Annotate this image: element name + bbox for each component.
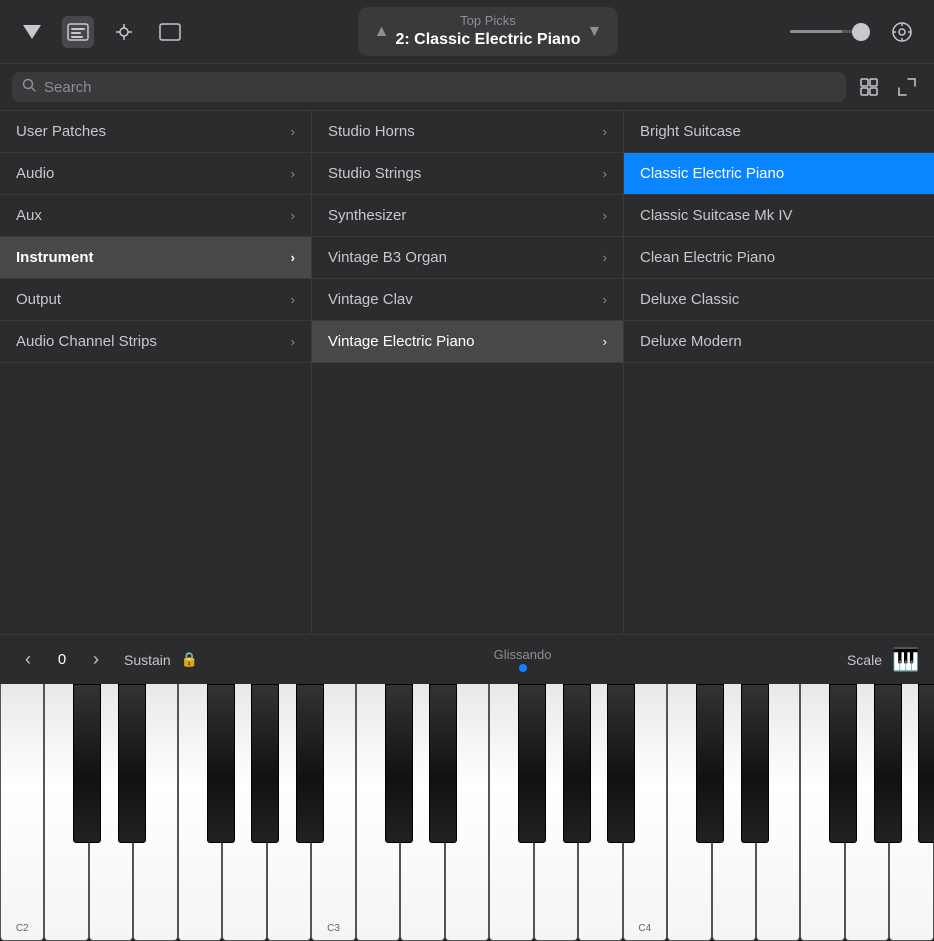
mid-panel: Studio Horns › Studio Strings › Synthesi… (312, 111, 624, 634)
chevron-right-icon: › (603, 250, 607, 265)
chevron-right-icon: › (291, 334, 295, 349)
search-input-wrap[interactable] (12, 72, 846, 102)
piano-key-ds2[interactable] (118, 684, 146, 843)
piano-key-as4[interactable] (918, 684, 934, 843)
search-icon (22, 78, 36, 96)
main-content: User Patches › Audio › Aux › Instrument … (0, 111, 934, 634)
scale-label: Scale (847, 652, 882, 668)
chevron-right-icon: › (603, 166, 607, 181)
mid-panel-item-studio-strings[interactable]: Studio Strings › (312, 153, 623, 195)
search-bar (0, 64, 934, 111)
chevron-right-icon: › (603, 124, 607, 139)
glissando-indicator (519, 664, 527, 672)
right-panel-item-deluxe-classic[interactable]: Deluxe Classic (624, 279, 934, 321)
glissando-label: Glissando (494, 647, 552, 662)
piano-key-cs3[interactable] (385, 684, 413, 843)
top-bar-left (16, 16, 186, 48)
top-bar: ▲ Top Picks 2: Classic Electric Piano ▼ (0, 0, 934, 64)
patch-name: 2: Classic Electric Piano (396, 30, 581, 51)
octave-up-button[interactable]: › (82, 646, 110, 674)
left-panel-item-output[interactable]: Output › (0, 279, 311, 321)
mid-panel-item-vintage-electric-piano[interactable]: Vintage Electric Piano › (312, 321, 623, 363)
piano-key-gs2[interactable] (251, 684, 279, 843)
chevron-right-icon: › (291, 124, 295, 139)
left-panel: User Patches › Audio › Aux › Instrument … (0, 111, 312, 634)
piano-key-fs4[interactable] (829, 684, 857, 843)
dropdown-toggle-button[interactable] (16, 16, 48, 48)
piano-key-fs3[interactable] (518, 684, 546, 843)
settings-button[interactable] (886, 16, 918, 48)
chevron-right-icon: › (603, 334, 607, 349)
bottom-toolbar: ‹ 0 › Sustain 🔒 Glissando Scale 🎹 (0, 634, 934, 684)
patch-next-icon: ▼ (586, 23, 602, 41)
piano-area: C2 C3 C4 (0, 684, 934, 941)
collapse-button[interactable] (892, 72, 922, 102)
mid-panel-item-studio-horns[interactable]: Studio Horns › (312, 111, 623, 153)
smartcontrols-button[interactable] (108, 16, 140, 48)
piano-key-ds3[interactable] (429, 684, 457, 843)
piano-key-gs3[interactable] (563, 684, 591, 843)
mid-panel-item-vintage-b3-organ[interactable]: Vintage B3 Organ › (312, 237, 623, 279)
sustain-label: Sustain (124, 652, 171, 668)
patch-prev-icon: ▲ (374, 23, 390, 41)
lock-icon: 🔒 (181, 651, 198, 668)
octave-down-button[interactable]: ‹ (14, 646, 42, 674)
right-panel-item-classic-suitcase-mk4[interactable]: Classic Suitcase Mk IV (624, 195, 934, 237)
left-panel-item-aux[interactable]: Aux › (0, 195, 311, 237)
chevron-right-icon: › (603, 208, 607, 223)
octave-value: 0 (52, 651, 72, 668)
keyboard-wrap: C2 C3 C4 (0, 684, 934, 941)
patch-category: Top Picks (460, 13, 516, 30)
right-panel-item-clean-electric-piano[interactable]: Clean Electric Piano (624, 237, 934, 279)
left-panel-item-user-patches[interactable]: User Patches › (0, 111, 311, 153)
mid-panel-item-synthesizer[interactable]: Synthesizer › (312, 195, 623, 237)
top-bar-right (790, 16, 918, 48)
right-panel: Bright Suitcase Classic Electric Piano C… (624, 111, 934, 634)
right-panel-item-classic-electric-piano[interactable]: Classic Electric Piano (624, 153, 934, 195)
mid-panel-item-vintage-clav[interactable]: Vintage Clav › (312, 279, 623, 321)
search-input[interactable] (44, 79, 836, 96)
piano-key-gs4[interactable] (874, 684, 902, 843)
piano-key-c2[interactable]: C2 (0, 684, 44, 941)
chevron-right-icon: › (291, 250, 295, 265)
right-panel-item-deluxe-modern[interactable]: Deluxe Modern (624, 321, 934, 363)
left-panel-item-audio-channel-strips[interactable]: Audio Channel Strips › (0, 321, 311, 363)
left-panel-item-instrument[interactable]: Instrument › (0, 237, 311, 279)
piano-key-fs2[interactable] (207, 684, 235, 843)
right-panel-item-bright-suitcase[interactable]: Bright Suitcase (624, 111, 934, 153)
piano-section: C2 C3 C4 (0, 684, 934, 941)
grid-view-button[interactable] (854, 72, 884, 102)
chevron-right-icon: › (291, 292, 295, 307)
piano-key-ds4[interactable] (741, 684, 769, 843)
glissando-section: Glissando (208, 647, 837, 672)
chevron-right-icon: › (291, 208, 295, 223)
piano-key-as2[interactable] (296, 684, 324, 843)
chevron-right-icon: › (291, 166, 295, 181)
window-button[interactable] (154, 16, 186, 48)
patch-selector[interactable]: ▲ Top Picks 2: Classic Electric Piano ▼ (358, 7, 618, 57)
patch-info: Top Picks 2: Classic Electric Piano (396, 13, 581, 51)
piano-keyboard-icon[interactable]: 🎹 (892, 646, 920, 674)
piano-key-as3[interactable] (607, 684, 635, 843)
browse-button[interactable] (62, 16, 94, 48)
chevron-right-icon: › (603, 292, 607, 307)
search-bar-actions (854, 72, 922, 102)
piano-key-cs4[interactable] (696, 684, 724, 843)
left-panel-item-audio[interactable]: Audio › (0, 153, 311, 195)
volume-control (790, 30, 870, 33)
piano-key-cs2[interactable] (73, 684, 101, 843)
